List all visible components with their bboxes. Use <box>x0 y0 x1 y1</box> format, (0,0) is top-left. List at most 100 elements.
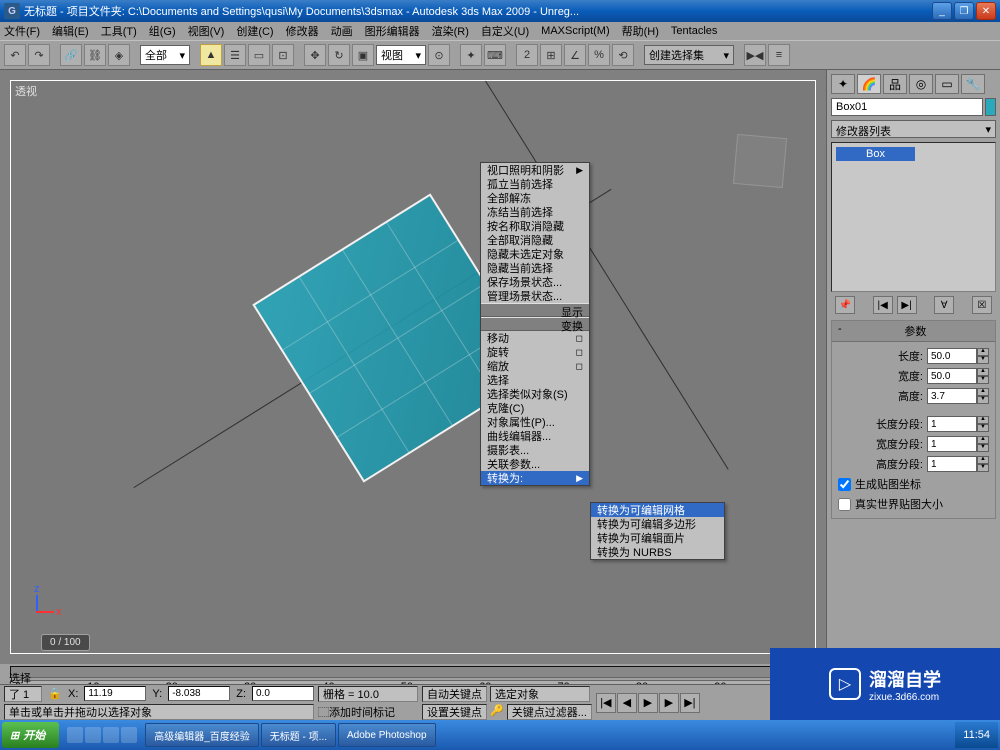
ref-coord-dropdown[interactable]: 视图▾ <box>376 45 426 65</box>
system-tray[interactable]: 11:54 <box>955 722 998 748</box>
align-button[interactable]: ≡ <box>768 44 790 66</box>
show-end-result-button[interactable]: |◀ <box>873 296 893 314</box>
named-selection-dropdown[interactable]: 创建选择集▾ <box>644 45 734 65</box>
angle-snap-button[interactable]: ∠ <box>564 44 586 66</box>
create-tab[interactable]: ✦ <box>831 74 855 94</box>
ctx-item[interactable]: 转换为:▶ <box>481 471 589 485</box>
wseg-spinner[interactable]: ▲▼ <box>977 436 989 452</box>
ctx-item[interactable]: 冻结当前选择 <box>481 205 589 219</box>
menu-item[interactable]: 工具(T) <box>101 23 137 39</box>
hseg-spinner[interactable]: ▲▼ <box>977 456 989 472</box>
menu-item[interactable]: 帮助(H) <box>622 23 659 39</box>
ql-icon[interactable] <box>67 727 83 743</box>
hierarchy-tab[interactable]: 品 <box>883 74 907 94</box>
key-mode-dropdown[interactable]: 选定对象 <box>490 686 590 702</box>
add-time-tag[interactable]: 添加时间标记 <box>329 707 395 719</box>
start-button[interactable]: ⊞开始 <box>2 722 59 748</box>
select-button[interactable]: ▲ <box>200 44 222 66</box>
ctx-item[interactable]: 缩放◻ <box>481 359 589 373</box>
menu-item[interactable]: 动画 <box>331 23 353 39</box>
menu-item[interactable]: 图形编辑器 <box>365 23 420 39</box>
select-region-button[interactable]: ▭ <box>248 44 270 66</box>
ctx-item[interactable]: 对象属性(P)... <box>481 415 589 429</box>
modifier-list-dropdown[interactable]: 修改器列表▾ <box>831 120 996 138</box>
z-input[interactable] <box>252 686 314 701</box>
height-input[interactable] <box>927 388 977 404</box>
bind-button[interactable]: ◈ <box>108 44 130 66</box>
perspective-viewport[interactable]: 透视 0 / 100 <box>10 80 816 654</box>
manipulate-button[interactable]: ✦ <box>460 44 482 66</box>
ctx-item[interactable]: 按名称取消隐藏 <box>481 219 589 233</box>
ctx-item[interactable]: 全部取消隐藏 <box>481 233 589 247</box>
configure-sets-button[interactable]: ☒ <box>972 296 992 314</box>
height-spinner[interactable]: ▲▼ <box>977 388 989 404</box>
remove-modifier-button[interactable]: ∀ <box>934 296 954 314</box>
spinner-snap-button[interactable]: ⟲ <box>612 44 634 66</box>
goto-start-button[interactable]: |◀ <box>596 693 616 713</box>
taskbar-item[interactable]: 无标题 - 项... <box>261 723 336 747</box>
autokey-button[interactable]: 自动关键点 <box>422 686 487 702</box>
object-color-swatch[interactable] <box>985 98 996 116</box>
ctx-sub-item[interactable]: 转换为可编辑网格 <box>591 503 724 517</box>
maximize-button[interactable]: ❐ <box>954 2 974 20</box>
percent-snap-button[interactable]: % <box>588 44 610 66</box>
window-crossing-button[interactable]: ⊡ <box>272 44 294 66</box>
lseg-input[interactable] <box>927 416 977 432</box>
ctx-item[interactable]: 管理场景状态... <box>481 289 589 303</box>
ql-icon[interactable] <box>103 727 119 743</box>
pin-stack-button[interactable]: 📌 <box>835 296 855 314</box>
unlink-button[interactable]: ⛓ <box>84 44 106 66</box>
frame-counter[interactable]: 0 / 100 <box>41 634 90 651</box>
lseg-spinner[interactable]: ▲▼ <box>977 416 989 432</box>
ql-icon[interactable] <box>85 727 101 743</box>
ctx-item[interactable]: 保存场景状态... <box>481 275 589 289</box>
ctx-sub-item[interactable]: 转换为可编辑多边形 <box>591 517 724 531</box>
cube-icon[interactable]: ⬚ <box>318 707 329 719</box>
taskbar-item[interactable]: 高级编辑器_百度经验 <box>145 723 259 747</box>
utilities-tab[interactable]: 🔧 <box>961 74 985 94</box>
ctx-item[interactable]: 旋转◻ <box>481 345 589 359</box>
hseg-input[interactable] <box>927 456 977 472</box>
menu-item[interactable]: 渲染(R) <box>432 23 469 39</box>
undo-button[interactable]: ↶ <box>4 44 26 66</box>
length-spinner[interactable]: ▲▼ <box>977 348 989 364</box>
menu-item[interactable]: 视图(V) <box>188 23 225 39</box>
menu-item[interactable]: 自定义(U) <box>481 23 529 39</box>
menu-item[interactable]: 创建(C) <box>236 23 273 39</box>
wseg-input[interactable] <box>927 436 977 452</box>
menu-item[interactable]: 编辑(E) <box>52 23 89 39</box>
key-filters-button[interactable]: 关键点过滤器... <box>507 704 592 720</box>
rollout-header[interactable]: -参数 <box>832 321 995 342</box>
taskbar-item[interactable]: Adobe Photoshop <box>338 723 436 747</box>
move-button[interactable]: ✥ <box>304 44 326 66</box>
menu-item[interactable]: 文件(F) <box>4 23 40 39</box>
ctx-item[interactable]: 隐藏未选定对象 <box>481 247 589 261</box>
ctx-item[interactable]: 克隆(C) <box>481 401 589 415</box>
ctx-item[interactable]: 摄影表... <box>481 443 589 457</box>
close-button[interactable]: ✕ <box>976 2 996 20</box>
selection-filter-dropdown[interactable]: 全部▾ <box>140 45 190 65</box>
link-button[interactable]: 🔗 <box>60 44 82 66</box>
motion-tab[interactable]: ◎ <box>909 74 933 94</box>
modify-tab[interactable]: 🌈 <box>857 74 881 94</box>
width-input[interactable] <box>927 368 977 384</box>
snap-2d-button[interactable]: 2 <box>516 44 538 66</box>
ctx-item[interactable]: 选择 <box>481 373 589 387</box>
minimize-button[interactable]: _ <box>932 2 952 20</box>
rotate-button[interactable]: ↻ <box>328 44 350 66</box>
scale-button[interactable]: ▣ <box>352 44 374 66</box>
viewcube[interactable] <box>733 134 787 188</box>
ctx-item[interactable]: 关联参数... <box>481 457 589 471</box>
menu-item[interactable]: Tentacles <box>671 25 717 37</box>
select-by-name-button[interactable]: ☰ <box>224 44 246 66</box>
make-unique-button[interactable]: ▶| <box>897 296 917 314</box>
ctx-item[interactable]: 视口照明和阴影▶ <box>481 163 589 177</box>
x-input[interactable] <box>84 686 146 701</box>
length-input[interactable] <box>927 348 977 364</box>
pivot-button[interactable]: ⊙ <box>428 44 450 66</box>
ctx-item[interactable]: 隐藏当前选择 <box>481 261 589 275</box>
display-tab[interactable]: ▭ <box>935 74 959 94</box>
time-slider[interactable] <box>10 666 816 678</box>
ctx-item[interactable]: 选择类似对象(S) <box>481 387 589 401</box>
setkey-button[interactable]: 设置关键点 <box>422 704 487 720</box>
